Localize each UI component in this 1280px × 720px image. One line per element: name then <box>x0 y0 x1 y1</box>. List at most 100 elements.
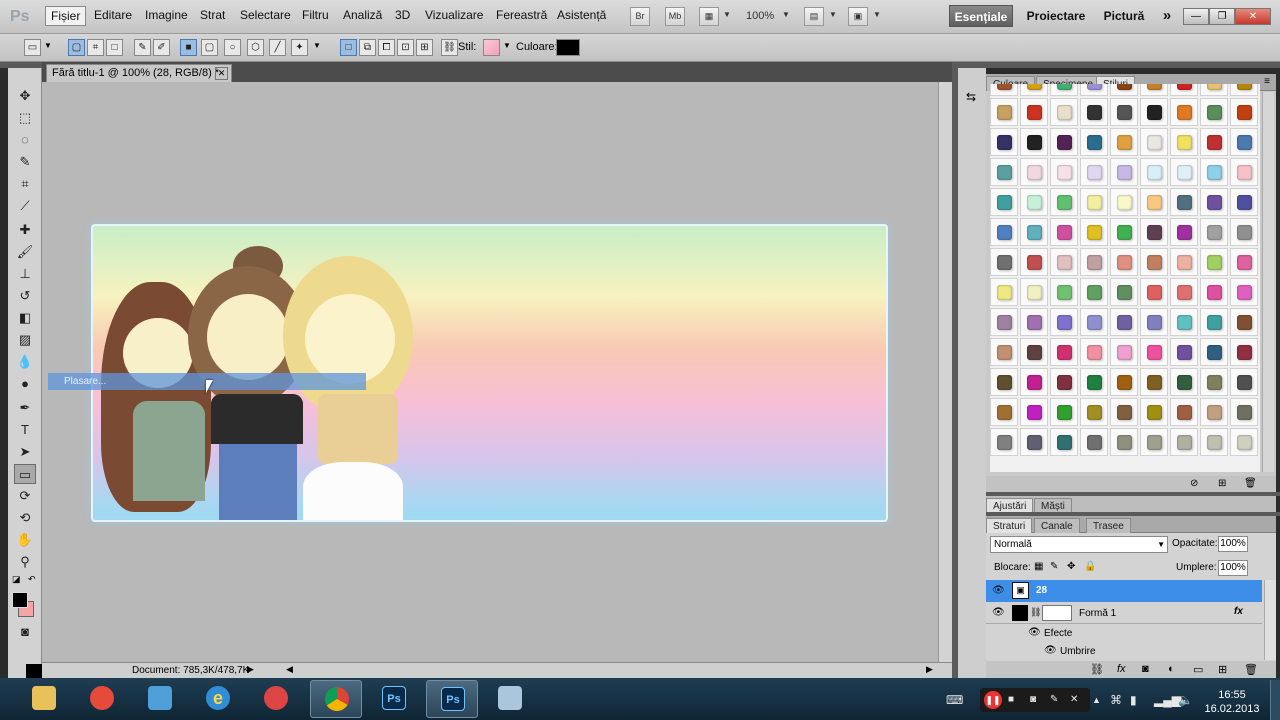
style-preset-swatch[interactable] <box>1140 368 1168 396</box>
style-preset-swatch[interactable] <box>1110 128 1138 156</box>
style-preset-swatch[interactable] <box>1230 84 1258 96</box>
ellipse-icon[interactable]: ○ <box>224 39 241 56</box>
style-preset-swatch[interactable] <box>990 158 1018 186</box>
style-preset-swatch[interactable] <box>1080 84 1108 96</box>
style-preset-swatch[interactable] <box>1170 248 1198 276</box>
style-preset-swatch[interactable] <box>990 248 1018 276</box>
chevron-down-icon[interactable]: ▼ <box>313 41 321 50</box>
show-hidden-icons-icon[interactable]: ▲ <box>1092 695 1101 705</box>
style-preset-swatch[interactable] <box>1170 158 1198 186</box>
gradient-tool-icon[interactable]: ▨ <box>14 330 36 350</box>
history-panel-icon[interactable]: ⇆ <box>962 90 980 108</box>
lasso-tool-icon[interactable]: ◌ <box>14 130 36 150</box>
style-preset-swatch[interactable] <box>1200 398 1228 426</box>
healing-brush-tool-icon[interactable]: ✚ <box>14 220 36 240</box>
style-preset-swatch[interactable] <box>1050 428 1078 456</box>
style-preset-swatch[interactable] <box>1020 308 1048 336</box>
style-preset-swatch[interactable] <box>1050 84 1078 96</box>
style-preset-swatch[interactable] <box>1200 428 1228 456</box>
style-preset-swatch[interactable] <box>1230 218 1258 246</box>
menu-file[interactable]: Fișier <box>45 6 87 26</box>
style-picker[interactable] <box>483 39 500 56</box>
style-preset-swatch[interactable] <box>1140 128 1168 156</box>
layer-effects-badge[interactable]: fx <box>1234 606 1243 617</box>
style-preset-swatch[interactable] <box>1170 308 1198 336</box>
bluetooth-icon[interactable]: ⌘ <box>1110 693 1122 707</box>
style-preset-swatch[interactable] <box>1230 188 1258 216</box>
style-preset-swatch[interactable] <box>1110 158 1138 186</box>
chevron-right-icon[interactable]: ▶ <box>247 664 254 675</box>
style-preset-swatch[interactable] <box>1050 338 1078 366</box>
style-preset-swatch[interactable] <box>1050 308 1078 336</box>
brush-tool-icon[interactable]: 🖌 <box>14 242 36 262</box>
style-preset-swatch[interactable] <box>990 398 1018 426</box>
style-preset-swatch[interactable] <box>1230 278 1258 306</box>
style-preset-swatch[interactable] <box>990 338 1018 366</box>
bridge-button[interactable]: Br <box>630 7 650 26</box>
visibility-eye-icon[interactable]: 👁 <box>992 607 1005 618</box>
taskbar-network[interactable] <box>134 680 186 718</box>
style-preset-swatch[interactable] <box>990 128 1018 156</box>
style-preset-swatch[interactable] <box>1110 218 1138 246</box>
style-preset-swatch[interactable] <box>990 188 1018 216</box>
3d-rotate-tool-icon[interactable]: ⟳ <box>14 486 36 506</box>
pen-icon[interactable]: ✎ <box>134 39 151 56</box>
signal-icon[interactable]: ▂▄▆ <box>1154 693 1181 707</box>
taskbar-app[interactable] <box>250 680 302 718</box>
style-preset-swatch[interactable] <box>1140 398 1168 426</box>
style-preset-swatch[interactable] <box>1080 158 1108 186</box>
opacity-field[interactable]: 100% <box>1218 536 1248 552</box>
visibility-eye-icon[interactable]: 👁 <box>1028 627 1041 638</box>
keyboard-icon[interactable]: ⌨ <box>946 693 963 707</box>
style-preset-swatch[interactable] <box>1020 428 1048 456</box>
style-preset-swatch[interactable] <box>1140 218 1168 246</box>
eyedropper-tool-icon[interactable]: ⟋ <box>14 196 36 216</box>
style-preset-swatch[interactable] <box>1050 188 1078 216</box>
fill-field[interactable]: 100% <box>1218 560 1248 576</box>
new-group-icon[interactable]: ▭ <box>1193 663 1203 676</box>
rectangle-tool-icon[interactable]: ▭ <box>14 464 36 484</box>
style-preset-swatch[interactable] <box>1050 128 1078 156</box>
style-preset-swatch[interactable] <box>1080 218 1108 246</box>
chevron-down-icon[interactable]: ▼ <box>829 10 837 19</box>
clone-stamp-tool-icon[interactable]: ⊥ <box>14 264 36 284</box>
chevron-down-icon[interactable]: ▼ <box>873 10 881 19</box>
hand-tool-icon[interactable]: ✋ <box>14 530 36 550</box>
style-preset-swatch[interactable] <box>1020 278 1048 306</box>
mini-bridge-button[interactable]: Mb <box>665 7 685 26</box>
rounded-rectangle-icon[interactable]: ▢ <box>201 39 218 56</box>
style-preset-swatch[interactable] <box>1080 308 1108 336</box>
clear-style-icon[interactable]: ⊘ <box>1190 478 1198 489</box>
style-preset-swatch[interactable] <box>1020 248 1048 276</box>
style-preset-swatch[interactable] <box>1050 278 1078 306</box>
layers-scrollbar[interactable] <box>1264 580 1276 660</box>
style-preset-swatch[interactable] <box>1170 84 1198 96</box>
edit-icon[interactable]: ✎ <box>1050 694 1058 705</box>
arrange-docs-icon[interactable]: ▤ <box>804 7 824 26</box>
exclude-shape-icon[interactable]: ⊞ <box>416 39 433 56</box>
volume-icon[interactable]: 🔈 <box>1178 693 1193 707</box>
style-preset-swatch[interactable] <box>1110 398 1138 426</box>
layer-row[interactable]: 👁 ⛓ Formă 1 fx <box>986 602 1262 624</box>
camera-icon[interactable]: ◙ <box>1030 694 1036 705</box>
style-preset-swatch[interactable] <box>1080 368 1108 396</box>
extras-icon[interactable]: ▦ <box>699 7 719 26</box>
style-preset-swatch[interactable] <box>1170 338 1198 366</box>
style-preset-swatch[interactable] <box>1230 98 1258 126</box>
tool-preset-icon[interactable]: ▭ <box>24 39 41 56</box>
more-workspaces-button[interactable]: » <box>1156 5 1178 27</box>
menu-analysis[interactable]: Analiză <box>343 8 382 22</box>
style-preset-swatch[interactable] <box>1170 188 1198 216</box>
style-preset-swatch[interactable] <box>990 278 1018 306</box>
style-preset-swatch[interactable] <box>1200 188 1228 216</box>
style-preset-swatch[interactable] <box>1020 218 1048 246</box>
style-preset-swatch[interactable] <box>1110 248 1138 276</box>
document-tab[interactable]: Fără titlu-1 @ 100% (28, RGB/8) * ✕ <box>46 64 232 82</box>
style-preset-swatch[interactable] <box>1140 338 1168 366</box>
taskbar-chrome[interactable] <box>310 680 362 718</box>
polygon-icon[interactable]: ⬡ <box>247 39 264 56</box>
chevron-left-icon[interactable]: ◀ <box>286 664 293 675</box>
type-tool-icon[interactable]: T <box>14 420 36 440</box>
menu-image[interactable]: Imagine <box>145 8 188 22</box>
fill-pixels-icon[interactable]: □ <box>106 39 123 56</box>
